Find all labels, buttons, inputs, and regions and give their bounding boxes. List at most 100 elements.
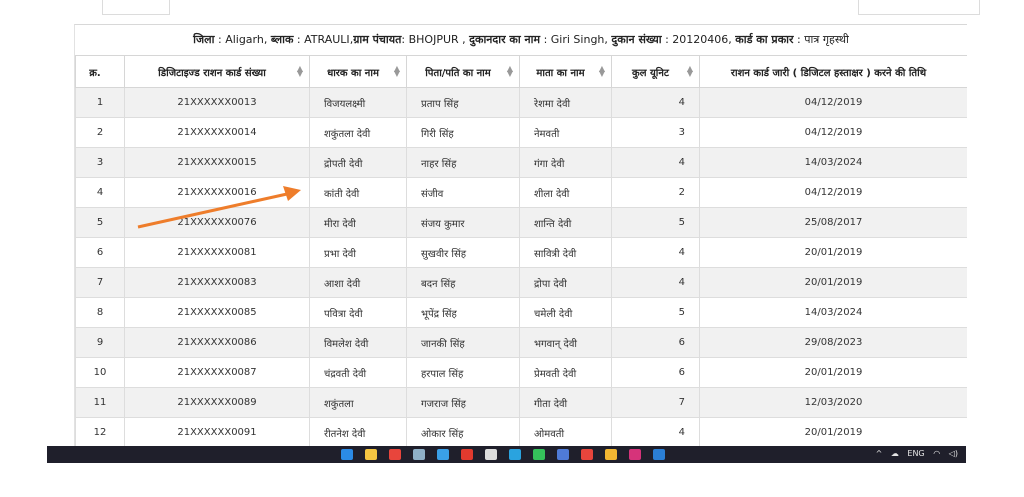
cell-holder-name: रीतनेश देवी [309,417,407,446]
cell-serial: 8 [75,297,125,328]
cell-card-number: 21XXXXXX0076 [124,207,310,238]
header-serial[interactable]: क्र. [75,55,125,88]
cell-issue-date: 14/03/2024 [699,147,967,178]
cell-total-units: 4 [611,267,700,298]
cell-total-units: 5 [611,297,700,328]
cell-mother-name: गंगा देवी [519,147,612,178]
table-row: 4 21XXXXXX0016 कांती देवी संजीव शीला देवी 2 04… [75,177,967,208]
table-row: 8 21XXXXXX0085 पवित्रा देवी भूपेंद्र सिंह चम… [75,297,967,328]
cell-holder-name: विजयलक्ष्मी [309,87,407,118]
sort-icon[interactable]: ▲ ▼ [687,65,693,78]
cell-card-number: 21XXXXXX0085 [124,297,310,328]
cell-holder-name: शकुंतला देवी [309,117,407,148]
cell-father-name: जानकी सिंह [406,327,520,358]
shop-value: 20120406 [672,33,729,46]
cell-father-name: संजय कुमार [406,207,520,238]
cell-holder-name: चंद्रवती देवी [309,357,407,388]
cell-mother-name: नेमवती [519,117,612,148]
cell-card-number: 21XXXXXX0083 [124,267,310,298]
table-row: 7 21XXXXXX0083 आशा देवी बदन सिंह द्रोपा देवी… [75,267,967,298]
table-row: 5 21XXXXXX0076 मीरा देवी संजय कुमार शान्ति द… [75,207,967,238]
cell-mother-name: प्रेमवती देवी [519,357,612,388]
ration-card-panel: जिला : Aligarh, ब्लाक : ATRAULI,ग्राम पं… [74,24,967,446]
vscode-icon[interactable] [653,449,665,460]
cell-total-units: 6 [611,327,700,358]
cell-issue-date: 20/01/2019 [699,237,967,268]
header-card-number[interactable]: डिजिटाइज्ड राशन कार्ड संख्या ▲ ▼ [124,55,310,88]
header-mother-name[interactable]: माता का नाम ▲ ▼ [519,55,612,88]
cell-card-number: 21XXXXXX0081 [124,237,310,268]
cell-serial: 9 [75,327,125,358]
cell-total-units: 3 [611,117,700,148]
language-indicator[interactable]: ENG [907,449,924,458]
cell-card-number: 21XXXXXX0089 [124,387,310,418]
panchayat-label: ग्राम पंचायत [353,33,402,46]
top-control-left[interactable] [102,0,170,15]
instagram-icon[interactable] [629,449,641,460]
cell-issue-date: 04/12/2019 [699,87,967,118]
district-label: जिला [193,33,215,46]
notepad-icon[interactable] [557,449,569,460]
panchayat-value: BHOJPUR [408,33,459,46]
chevron-up-icon[interactable]: ^ [876,449,883,458]
cell-father-name: सुखवीर सिंह [406,237,520,268]
volume-icon[interactable]: ◁) [949,449,958,458]
x-icon[interactable] [485,449,497,460]
sort-icon[interactable]: ▲ ▼ [599,65,605,78]
cell-serial: 3 [75,147,125,178]
cell-father-name: भूपेंद्र सिंह [406,297,520,328]
telegram-icon[interactable] [509,449,521,460]
cell-holder-name: पवित्रा देवी [309,297,407,328]
sort-icon[interactable]: ▲ ▼ [507,65,513,78]
table-row: 3 21XXXXXX0015 द्रोपती देवी नाहर सिंह गंगा द… [75,147,967,178]
edge-icon[interactable] [437,449,449,460]
cell-serial: 4 [75,177,125,208]
cell-total-units: 5 [611,207,700,238]
cell-holder-name: आशा देवी [309,267,407,298]
cell-total-units: 4 [611,147,700,178]
cell-issue-date: 12/03/2020 [699,387,967,418]
header-holder-name[interactable]: धारक का नाम ▲ ▼ [309,55,407,88]
folder-icon[interactable] [605,449,617,460]
sort-icon[interactable]: ▲ ▼ [297,65,303,78]
download-icon[interactable] [533,449,545,460]
header-father-name[interactable]: पिता/पति का नाम ▲ ▼ [406,55,520,88]
cell-card-number: 21XXXXXX0016 [124,177,310,208]
cell-serial: 1 [75,87,125,118]
windows-icon[interactable] [341,449,353,460]
cell-mother-name: शीला देवी [519,177,612,208]
cell-total-units: 6 [611,357,700,388]
cell-holder-name: विमलेश देवी [309,327,407,358]
table-body: 1 21XXXXXX0013 विजयलक्ष्मी प्रताप सिंह रेशमा… [75,87,967,446]
dealer-label: दुकानदार का नाम [469,33,541,46]
cell-father-name: ओकार सिंह [406,417,520,446]
table-row: 6 21XXXXXX0081 प्रभा देवी सुखवीर सिंह सावित्… [75,237,967,268]
table-row: 10 21XXXXXX0087 चंद्रवती देवी हरपाल सिंह प्र… [75,357,967,388]
cell-father-name: बदन सिंह [406,267,520,298]
card-type-value: पात्र गृहस्थी [804,33,849,46]
cell-holder-name: मीरा देवी [309,207,407,238]
cell-father-name: संजीव [406,177,520,208]
header-total-units[interactable]: कुल यूनिट ▲ ▼ [611,55,700,88]
chrome-icon[interactable] [389,449,401,460]
sort-icon[interactable]: ▲ ▼ [394,65,400,78]
cell-serial: 10 [75,357,125,388]
cell-serial: 11 [75,387,125,418]
cloud-icon[interactable]: ☁ [891,449,899,458]
district-value: Aligarh [225,33,264,46]
calculator-icon[interactable] [413,449,425,460]
cell-holder-name: शकुंतला [309,387,407,418]
cell-total-units: 4 [611,237,700,268]
top-control-right[interactable] [858,0,980,15]
cell-father-name: गजराज सिंह [406,387,520,418]
header-issue-date[interactable]: राशन कार्ड जारी ( डिजिटल हस्ताक्षर ) करन… [699,55,967,88]
table-header-row: क्र. डिजिटाइज्ड राशन कार्ड संख्या ▲ ▼ धारक… [75,55,967,88]
cell-father-name: प्रताप सिंह [406,87,520,118]
card-type-label: कार्ड का प्रकार [735,33,794,46]
file-explorer-icon[interactable] [365,449,377,460]
cell-issue-date: 14/03/2024 [699,297,967,328]
wifi-icon[interactable]: ◠ [933,449,940,458]
youtube-icon[interactable] [461,449,473,460]
cell-serial: 2 [75,117,125,148]
chrome-alt-icon[interactable] [581,449,593,460]
